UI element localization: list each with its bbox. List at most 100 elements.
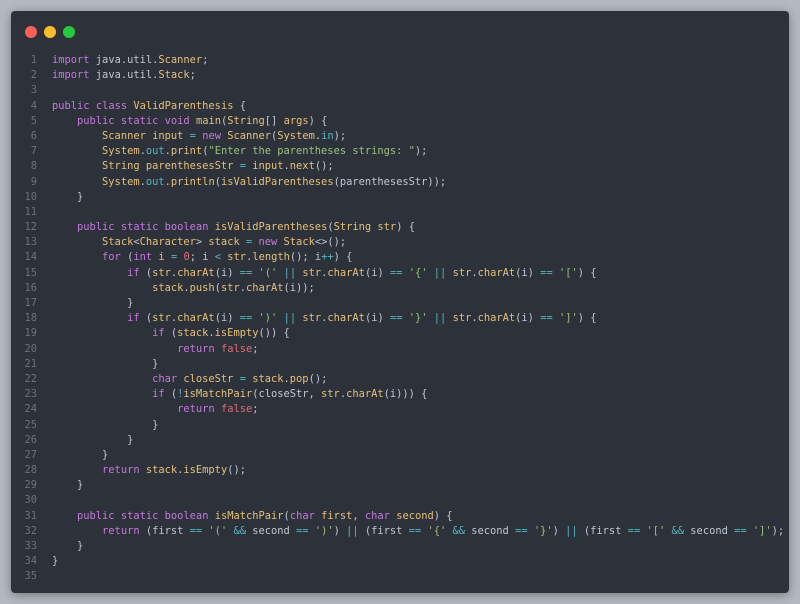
code-token: Character [139, 236, 196, 249]
code-token: "Enter the parentheses strings: " [208, 145, 415, 158]
line-number: 12 [24, 221, 37, 234]
code-token: parenthesesStr [145, 160, 234, 173]
code-token: charAt [327, 312, 365, 325]
code-token: == [540, 312, 553, 325]
code-token: (); [314, 160, 334, 173]
code-token: str [302, 312, 322, 325]
line-number: 22 [24, 372, 37, 385]
code-token: <>(); [314, 236, 347, 249]
code-token: ) { [577, 266, 597, 279]
code-token: second [245, 524, 297, 537]
code-line: 20 return false; [11, 342, 789, 357]
code-token: && [233, 524, 246, 537]
code-token: (i))) { [383, 388, 428, 401]
line-number: 31 [24, 509, 37, 522]
code-token: (); i [289, 251, 322, 264]
line-number: 14 [24, 251, 37, 264]
code-token: out [145, 175, 165, 188]
code-line: 15 if (str.charAt(i) == '(' || str.charA… [11, 266, 789, 281]
line-number: 8 [30, 160, 37, 173]
code-token: || [283, 266, 297, 279]
code-line: 24 return false; [11, 402, 789, 417]
code-token: '[' [646, 524, 666, 537]
line-number: 23 [24, 388, 37, 401]
code-line: 34} [11, 554, 789, 569]
code-text: if (!isMatchPair(closeStr, str.charAt(i)… [52, 387, 427, 402]
code-token: } [52, 357, 159, 370]
code-token: ')' [314, 524, 334, 537]
code-line: 32 return (first == '(' && second == ')'… [11, 524, 789, 539]
code-token: System [102, 145, 140, 158]
code-token: || [433, 312, 447, 325]
line-number: 11 [24, 205, 37, 218]
code-line: 16 stack.push(str.charAt(i)); [11, 281, 789, 296]
code-line: 12 public static boolean isValidParenthe… [11, 220, 789, 235]
code-line: 17 } [11, 296, 789, 311]
code-token: char [152, 372, 178, 385]
code-block: 1 import java.util.Scanner; 2 import java.u… [11, 53, 789, 585]
code-text: public static boolean isMatchPair(char f… [52, 509, 453, 524]
maximize-window-button[interactable] [63, 26, 75, 38]
code-token: == [515, 524, 528, 537]
code-token: ']' [558, 312, 578, 325]
code-token: Scanner [102, 129, 146, 142]
code-token: push [189, 281, 215, 294]
code-token: (i) [214, 312, 240, 325]
line-number: 21 [24, 357, 37, 370]
code-token: ) [333, 524, 347, 537]
line-number: 4 [30, 99, 37, 112]
code-token: '}' [533, 524, 553, 537]
code-line: 21 } [11, 357, 789, 372]
code-token: second [684, 524, 735, 537]
code-token: boolean [164, 221, 209, 234]
code-token: (i)); [283, 281, 315, 294]
code-text: String parenthesesStr = input.next(); [52, 159, 334, 174]
line-number: 25 [24, 418, 37, 431]
code-token: str [227, 251, 247, 264]
code-token: input [152, 129, 184, 142]
code-line: 13 Stack<Character> stack = new Stack<>(… [11, 235, 789, 250]
code-token: stack [252, 372, 284, 385]
code-token: charAt [327, 266, 365, 279]
code-token: out [145, 145, 165, 158]
code-line: 26 } [11, 433, 789, 448]
code-token: '}' [408, 312, 428, 325]
close-window-button[interactable] [25, 26, 37, 38]
code-text: if (str.charAt(i) == '(' || str.charAt(i… [52, 266, 597, 281]
code-token: str [321, 388, 340, 401]
code-line: 6 Scanner input = new Scanner(System.in)… [11, 129, 789, 144]
code-token: char [289, 509, 315, 522]
code-token: } [52, 433, 134, 446]
code-token: ( [164, 388, 178, 401]
code-token: charAt [477, 312, 516, 325]
code-token: ValidParenthesis [133, 99, 234, 112]
code-token: (i) [515, 312, 541, 325]
code-token: isValidParentheses [220, 175, 334, 188]
code-text: } [52, 539, 83, 554]
line-number: 2 [30, 69, 37, 82]
code-text: return stack.isEmpty(); [52, 463, 246, 478]
code-token: } [52, 418, 159, 431]
code-token: Stack [102, 236, 134, 249]
line-number: 30 [24, 494, 37, 507]
code-token: isMatchPair [214, 509, 284, 522]
code-token: for [102, 251, 121, 264]
line-number: 13 [24, 236, 37, 249]
line-number: 33 [24, 540, 37, 552]
code-token: public [77, 221, 115, 234]
minimize-window-button[interactable] [44, 26, 56, 38]
code-token: str [377, 221, 397, 234]
code-token: (first [139, 524, 190, 537]
line-number: 18 [24, 312, 37, 325]
code-token: stack [177, 327, 209, 340]
code-token: import [52, 54, 90, 66]
code-text: return (first == '(' && second == ')') |… [52, 524, 784, 539]
code-token: input [252, 160, 284, 173]
code-line: 11 [11, 205, 789, 220]
